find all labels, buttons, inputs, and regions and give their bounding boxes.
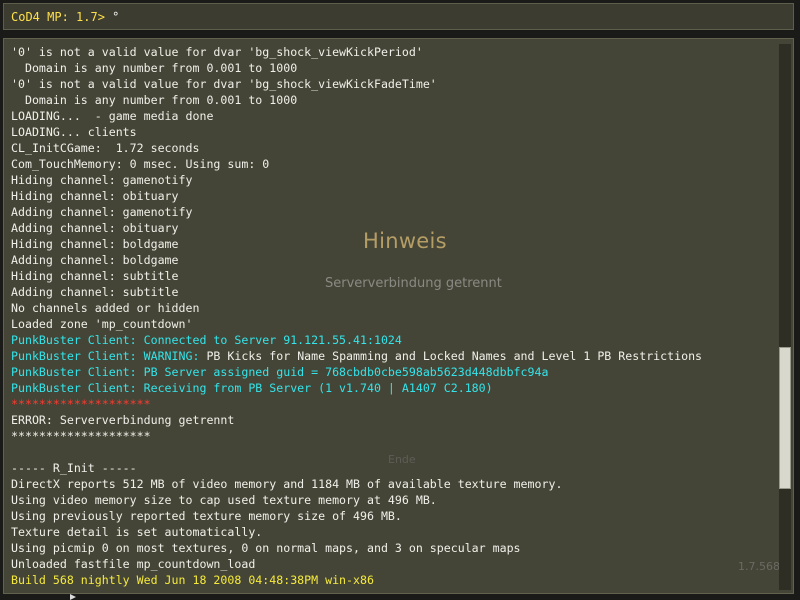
log-line: Hiding channel: boldgame <box>11 236 702 252</box>
log-line: LOADING... - game media done <box>11 108 702 124</box>
log-line-text: CL_InitCGame: 1.72 seconds <box>11 141 200 155</box>
log-line-text: No channels added or hidden <box>11 301 200 315</box>
log-line: LOADING... clients <box>11 124 702 140</box>
console-prompt: CoD4 MP: 1.7> <box>11 10 105 24</box>
log-line-text: Com_TouchMemory: 0 msec. Using sum: 0 <box>11 157 270 171</box>
console-output-panel: '0' is not a valid value for dvar 'bg_sh… <box>3 38 794 594</box>
log-line: PunkBuster Client: PB Server assigned gu… <box>11 364 702 380</box>
log-line: '0' is not a valid value for dvar 'bg_sh… <box>11 76 702 92</box>
log-line-text: PunkBuster Client: PB Server assigned gu… <box>11 365 549 379</box>
log-line-text: Adding channel: subtitle <box>11 285 179 299</box>
log-line: ******************** <box>11 396 702 412</box>
version-label: 1.7.568 <box>738 560 780 573</box>
log-line-text: DirectX reports 512 MB of video memory a… <box>11 477 563 491</box>
log-line-text: Using picmip 0 on most textures, 0 on no… <box>11 541 521 555</box>
log-line-text: Adding channel: obituary <box>11 221 179 235</box>
log-line-text: PunkBuster Client: Connected to Server 9… <box>11 333 402 347</box>
log-line-text: ----- R_Init ----- <box>11 461 137 475</box>
log-line: ERROR: Serververbindung getrennt <box>11 412 702 428</box>
log-line-text: Adding channel: boldgame <box>11 253 179 267</box>
log-line: DirectX reports 512 MB of video memory a… <box>11 476 702 492</box>
log-line-text: Hiding channel: boldgame <box>11 237 179 251</box>
log-line: '0' is not a valid value for dvar 'bg_sh… <box>11 44 702 60</box>
log-line-text: ERROR: Serververbindung getrennt <box>11 413 235 427</box>
log-line-text: PunkBuster Client: WARNING: <box>11 349 200 363</box>
log-line-text: LOADING... clients <box>11 125 137 139</box>
console-log: '0' is not a valid value for dvar 'bg_sh… <box>11 44 702 588</box>
console-input[interactable]: CoD4 MP: 1.7> ° <box>11 10 119 24</box>
log-line: Using picmip 0 on most textures, 0 on no… <box>11 540 702 556</box>
log-line: Adding channel: obituary <box>11 220 702 236</box>
log-line-text: Domain is any number from 0.001 to 1000 <box>11 61 298 75</box>
log-line-text: ******************** <box>11 429 151 443</box>
log-line: Domain is any number from 0.001 to 1000 <box>11 60 702 76</box>
console-scrollbar[interactable] <box>779 44 791 590</box>
log-line-text: Build 568 nightly Wed Jun 18 2008 04:48:… <box>11 573 374 587</box>
log-line: No channels added or hidden <box>11 300 702 316</box>
log-line: Loaded zone 'mp_countdown' <box>11 316 702 332</box>
log-line-text: PunkBuster Client: Receiving from PB Ser… <box>11 381 493 395</box>
dialog-message: Serververbindung getrennt <box>325 276 502 291</box>
log-line: PunkBuster Client: Receiving from PB Ser… <box>11 380 702 396</box>
log-line: Com_TouchMemory: 0 msec. Using sum: 0 <box>11 156 702 172</box>
log-line: PunkBuster Client: Connected to Server 9… <box>11 332 702 348</box>
log-line: Using previously reported texture memory… <box>11 508 702 524</box>
log-line: ----- R_Init ----- <box>11 460 702 476</box>
scrollbar-thumb[interactable] <box>779 347 791 489</box>
log-line-text: '0' is not a valid value for dvar 'bg_sh… <box>11 77 437 91</box>
log-line: Hiding channel: gamenotify <box>11 172 702 188</box>
console-input-bar[interactable]: CoD4 MP: 1.7> ° <box>3 3 794 30</box>
log-line: Domain is any number from 0.001 to 1000 <box>11 92 702 108</box>
log-line-text: Hiding channel: obituary <box>11 189 179 203</box>
log-line: ******************** <box>11 428 702 444</box>
log-line-text: LOADING... - game media done <box>11 109 214 123</box>
log-line-text: Hiding channel: gamenotify <box>11 173 193 187</box>
log-line-text: Using previously reported texture memory… <box>11 509 402 523</box>
log-line-text: '0' is not a valid value for dvar 'bg_sh… <box>11 45 423 59</box>
mouse-cursor-icon <box>70 594 76 600</box>
log-line-text: Hiding channel: subtitle <box>11 269 179 283</box>
log-line-text: Loaded zone 'mp_countdown' <box>11 317 193 331</box>
log-line-text: Adding channel: gamenotify <box>11 205 193 219</box>
log-line: Unloaded fastfile mp_countdown_load <box>11 556 702 572</box>
log-line: Adding channel: boldgame <box>11 252 702 268</box>
log-line-text: Domain is any number from 0.001 to 1000 <box>11 93 298 107</box>
log-line: Build 568 nightly Wed Jun 18 2008 04:48:… <box>11 572 702 588</box>
log-line: Adding channel: gamenotify <box>11 204 702 220</box>
log-line: Hiding channel: obituary <box>11 188 702 204</box>
log-line-text: ******************** <box>11 397 151 411</box>
log-line-text: Unloaded fastfile mp_countdown_load <box>11 557 256 571</box>
dialog-end-button[interactable]: Ende <box>388 453 416 466</box>
log-line: Texture detail is set automatically. <box>11 524 702 540</box>
dialog-title: Hinweis <box>363 229 447 253</box>
log-line-suffix: PB Kicks for Name Spamming and Locked Na… <box>199 349 703 363</box>
log-line: PunkBuster Client: WARNING: PB Kicks for… <box>11 348 702 364</box>
console-typed-text: ° <box>104 10 120 24</box>
log-line: Using video memory size to cap used text… <box>11 492 702 508</box>
log-line-text: Texture detail is set automatically. <box>11 525 263 539</box>
log-line: CL_InitCGame: 1.72 seconds <box>11 140 702 156</box>
log-line-text: Using video memory size to cap used text… <box>11 493 437 507</box>
